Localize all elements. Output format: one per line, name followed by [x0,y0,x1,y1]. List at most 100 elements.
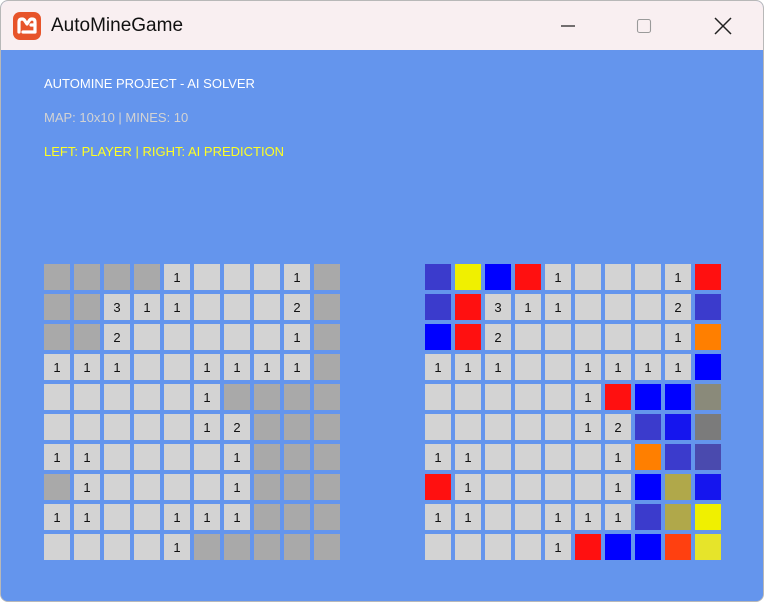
hidden-cell[interactable] [284,384,310,410]
empty-cell[interactable] [74,384,100,410]
hidden-cell[interactable] [284,444,310,470]
number-cell[interactable]: 1 [284,324,310,350]
number-cell[interactable]: 1 [74,504,100,530]
hidden-cell[interactable] [104,264,130,290]
number-cell[interactable]: 2 [284,294,310,320]
hidden-cell[interactable] [314,384,340,410]
empty-cell[interactable] [224,324,250,350]
hidden-cell[interactable] [254,504,280,530]
empty-cell[interactable] [44,384,70,410]
empty-cell[interactable] [44,414,70,440]
empty-cell[interactable] [104,504,130,530]
hidden-cell[interactable] [284,504,310,530]
number-cell[interactable]: 1 [74,444,100,470]
empty-cell[interactable] [254,264,280,290]
close-button[interactable] [685,1,761,50]
empty-cell[interactable] [164,474,190,500]
empty-cell[interactable] [104,414,130,440]
hidden-cell[interactable] [224,384,250,410]
hidden-cell[interactable] [314,294,340,320]
maximize-button[interactable] [606,1,682,50]
empty-cell[interactable] [134,384,160,410]
hidden-cell[interactable] [314,414,340,440]
hidden-cell[interactable] [314,324,340,350]
hidden-cell[interactable] [314,264,340,290]
number-cell[interactable]: 1 [134,294,160,320]
empty-cell[interactable] [164,354,190,380]
hidden-cell[interactable] [254,474,280,500]
number-cell[interactable]: 1 [104,354,130,380]
empty-cell[interactable] [164,384,190,410]
number-cell[interactable]: 1 [224,354,250,380]
empty-cell[interactable] [254,324,280,350]
number-cell[interactable]: 1 [224,474,250,500]
hidden-cell[interactable] [254,384,280,410]
hidden-cell[interactable] [314,474,340,500]
hidden-cell[interactable] [74,324,100,350]
number-cell[interactable]: 1 [74,474,100,500]
number-cell[interactable]: 1 [224,444,250,470]
number-cell[interactable]: 1 [44,504,70,530]
empty-cell[interactable] [44,534,70,560]
hidden-cell[interactable] [284,534,310,560]
hidden-cell[interactable] [254,534,280,560]
empty-cell[interactable] [74,534,100,560]
hidden-cell[interactable] [314,504,340,530]
hidden-cell[interactable] [74,264,100,290]
number-cell[interactable]: 1 [284,354,310,380]
number-cell[interactable]: 1 [194,354,220,380]
hidden-cell[interactable] [314,534,340,560]
empty-cell[interactable] [134,324,160,350]
empty-cell[interactable] [164,414,190,440]
number-cell[interactable]: 2 [224,414,250,440]
number-cell[interactable]: 1 [164,504,190,530]
empty-cell[interactable] [194,474,220,500]
hidden-cell[interactable] [254,414,280,440]
hidden-cell[interactable] [134,264,160,290]
hidden-cell[interactable] [284,414,310,440]
hidden-cell[interactable] [284,474,310,500]
number-cell[interactable]: 2 [104,324,130,350]
empty-cell[interactable] [134,354,160,380]
hidden-cell[interactable] [44,474,70,500]
number-cell[interactable]: 1 [194,504,220,530]
hidden-cell[interactable] [74,294,100,320]
empty-cell[interactable] [104,534,130,560]
number-cell[interactable]: 1 [284,264,310,290]
empty-cell[interactable] [134,474,160,500]
empty-cell[interactable] [104,444,130,470]
game-viewport[interactable]: AUTOMINE PROJECT - AI SOLVER MAP: 10x10 … [1,50,763,601]
number-cell[interactable]: 1 [164,264,190,290]
empty-cell[interactable] [194,264,220,290]
title-bar[interactable]: AutoMineGame [1,1,763,50]
number-cell[interactable]: 1 [224,504,250,530]
empty-cell[interactable] [224,294,250,320]
hidden-cell[interactable] [224,534,250,560]
empty-cell[interactable] [254,294,280,320]
hidden-cell[interactable] [314,444,340,470]
empty-cell[interactable] [194,444,220,470]
empty-cell[interactable] [104,384,130,410]
hidden-cell[interactable] [254,444,280,470]
hidden-cell[interactable] [44,294,70,320]
empty-cell[interactable] [134,534,160,560]
number-cell[interactable]: 1 [194,384,220,410]
empty-cell[interactable] [164,444,190,470]
empty-cell[interactable] [104,474,130,500]
minimize-button[interactable] [530,1,606,50]
hidden-cell[interactable] [194,534,220,560]
empty-cell[interactable] [74,414,100,440]
number-cell[interactable]: 1 [194,414,220,440]
number-cell[interactable]: 1 [254,354,280,380]
number-cell[interactable]: 3 [104,294,130,320]
empty-cell[interactable] [134,444,160,470]
hidden-cell[interactable] [44,324,70,350]
number-cell[interactable]: 1 [164,534,190,560]
empty-cell[interactable] [194,294,220,320]
empty-cell[interactable] [134,504,160,530]
empty-cell[interactable] [224,264,250,290]
hidden-cell[interactable] [44,264,70,290]
number-cell[interactable]: 1 [44,354,70,380]
empty-cell[interactable] [134,414,160,440]
number-cell[interactable]: 1 [44,444,70,470]
